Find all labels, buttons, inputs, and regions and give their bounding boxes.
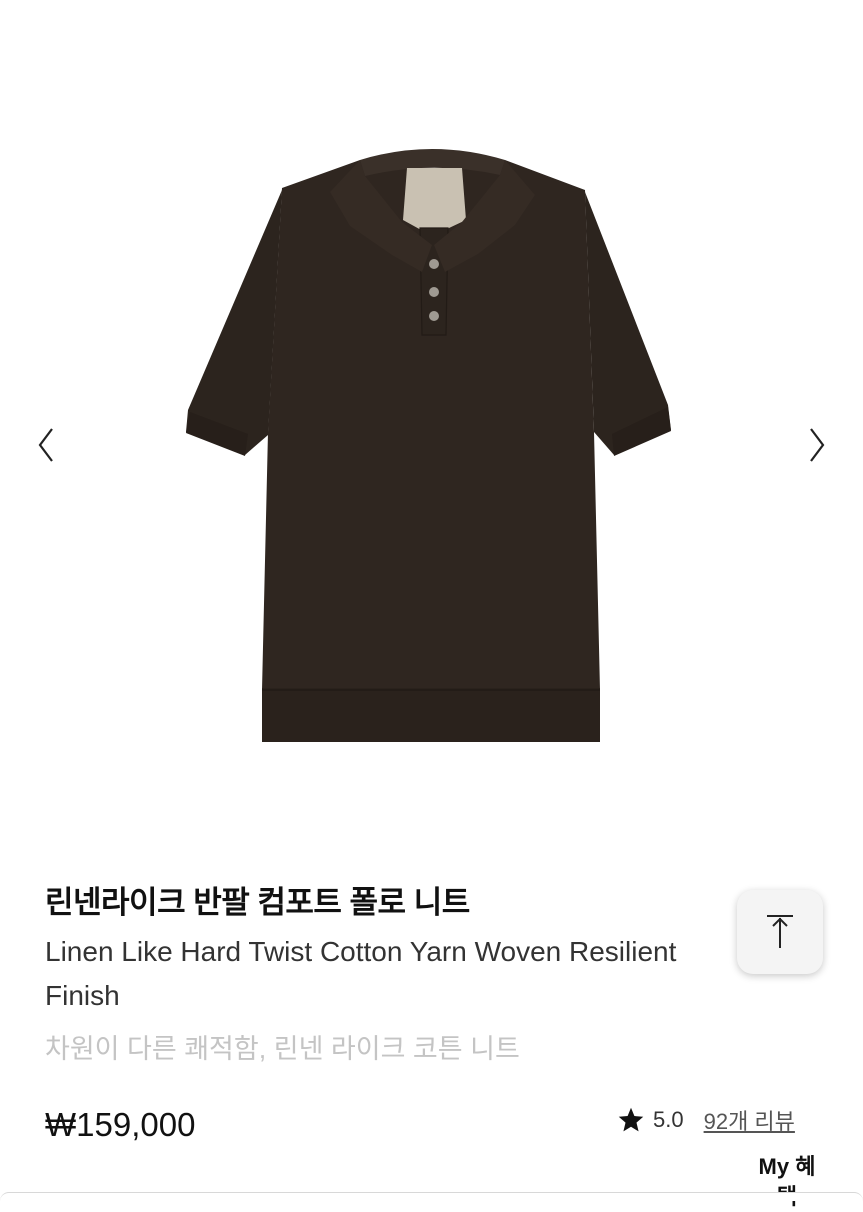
scroll-to-top-button[interactable] <box>737 890 823 974</box>
product-price: ₩159,000 <box>45 1106 196 1143</box>
arrow-to-top-icon <box>767 915 793 948</box>
chevron-left-icon <box>38 428 53 462</box>
chevron-right-icon <box>810 428 825 462</box>
product-rating: 5.0 92개 리뷰 <box>617 1104 795 1136</box>
product-title-en: Linen Like Hard Twist Cotton Yarn Woven … <box>45 936 677 1011</box>
my-benefit-button[interactable]: My 혜택 <box>752 1152 822 1212</box>
review-count-link[interactable]: 92개 리뷰 <box>704 1104 795 1136</box>
gallery-next-button[interactable] <box>797 420 837 470</box>
product-image-gallery[interactable] <box>0 0 863 860</box>
product-title-ko: 린넨라이크 반팔 컴포트 폴로 니트 <box>45 885 470 920</box>
product-info: 린넨라이크 반팔 컴포트 폴로 니트 Linen Like Hard Twist… <box>45 880 745 1070</box>
gallery-prev-button[interactable] <box>26 420 66 470</box>
rating-score: 5.0 <box>653 1107 684 1132</box>
star-icon <box>618 1107 644 1132</box>
product-subtitle: 차원이 다른 쾌적함, 린넨 라이크 코튼 니트 <box>45 1034 520 1064</box>
product-image <box>186 149 671 742</box>
